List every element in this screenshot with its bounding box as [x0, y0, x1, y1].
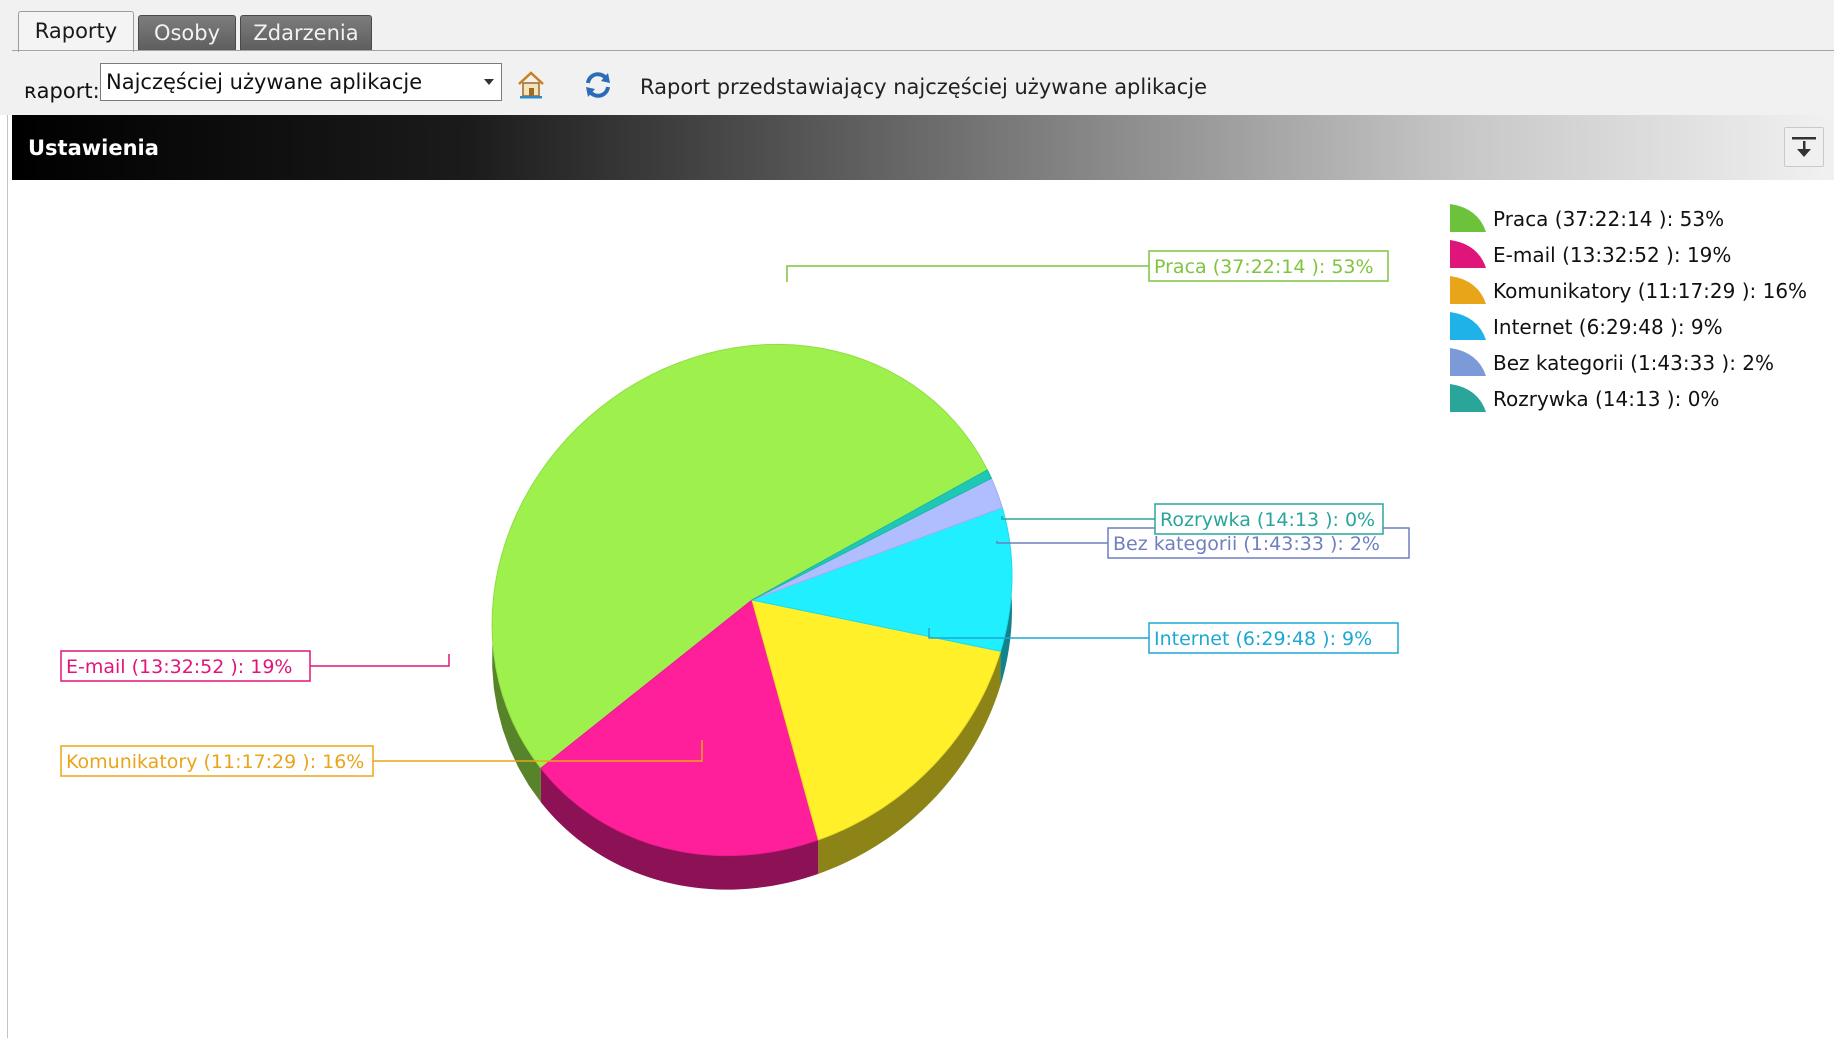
chart-legend: Praca (37:22:14 ): 53% E-mail (13:32:52 )…: [1450, 204, 1807, 412]
callout-label-bez-kategorii: Bez kategorii (1:43:33 ): 2%: [1113, 533, 1380, 555]
tab-strip-divider: [12, 50, 1834, 51]
legend-swatch-internet: [1450, 312, 1486, 340]
callout-label-rozrywka: Rozrywka (14:13 ): 0%: [1160, 509, 1375, 531]
tab-raporty[interactable]: Raporty: [18, 11, 134, 52]
settings-title: Ustawienia: [28, 136, 159, 160]
refresh-icon[interactable]: [581, 68, 615, 102]
callout-line-praca: [786, 265, 1149, 282]
tab-osoby[interactable]: Osoby: [138, 15, 236, 51]
callout-line-e-mail: [310, 654, 450, 667]
pie-chart: Praca (37:22:14 ): 53% E-mail (13:32:52 )…: [60, 204, 1807, 890]
tab-zdarzenia[interactable]: Zdarzenia: [240, 15, 372, 51]
callout-line-rozrywka: [1001, 516, 1155, 520]
legend-swatch-bez-kategorii: [1450, 348, 1486, 376]
tab-strip: Raporty Osoby Zdarzenia: [0, 0, 1834, 53]
legend-label-rozrywka: Rozrywka (14:13 ): 0%: [1493, 387, 1719, 411]
collapse-down-icon: [1792, 137, 1816, 157]
legend-label-komunikatory: Komunikatory (11:17:29 ): 16%: [1493, 279, 1807, 303]
report-label: ʀaport:: [24, 79, 100, 103]
report-description: Raport przedstawiający najczęściej używa…: [640, 75, 1208, 99]
callout-label-e-mail: E-mail (13:32:52 ): 19%: [66, 656, 292, 678]
legend-label-internet: Internet (6:29:48 ): 9%: [1493, 315, 1723, 339]
legend-swatch-e-mail: [1450, 240, 1486, 268]
report-select-value: Najczęściej używane aplikacje: [106, 70, 423, 94]
chevron-down-icon[interactable]: [484, 79, 494, 85]
legend-swatch-komunikatory: [1450, 276, 1486, 304]
callout-label-internet: Internet (6:29:48 ): 9%: [1154, 628, 1372, 650]
report-select[interactable]: Najczęściej używane aplikacje: [100, 63, 502, 101]
home-icon[interactable]: [514, 68, 548, 102]
chart-area: Praca (37:22:14 ): 53% E-mail (13:32:52 )…: [12, 180, 1834, 1038]
collapse-button[interactable]: [1784, 127, 1824, 167]
callout-label-praca: Praca (37:22:14 ): 53%: [1154, 256, 1374, 278]
callout-label-komunikatory: Komunikatory (11:17:29 ): 16%: [66, 751, 364, 773]
window-left-border: [7, 0, 8, 1038]
legend-swatch-rozrywka: [1450, 384, 1486, 412]
legend-label-praca: Praca (37:22:14 ): 53%: [1493, 207, 1724, 231]
legend-label-e-mail: E-mail (13:32:52 ): 19%: [1493, 243, 1731, 267]
legend-label-bez-kategorii: Bez kategorii (1:43:33 ): 2%: [1493, 351, 1774, 375]
callout-line-bez-kategorii: [996, 541, 1108, 544]
legend-swatch-praca: [1450, 204, 1486, 232]
settings-bar[interactable]: Ustawienia: [12, 115, 1834, 180]
